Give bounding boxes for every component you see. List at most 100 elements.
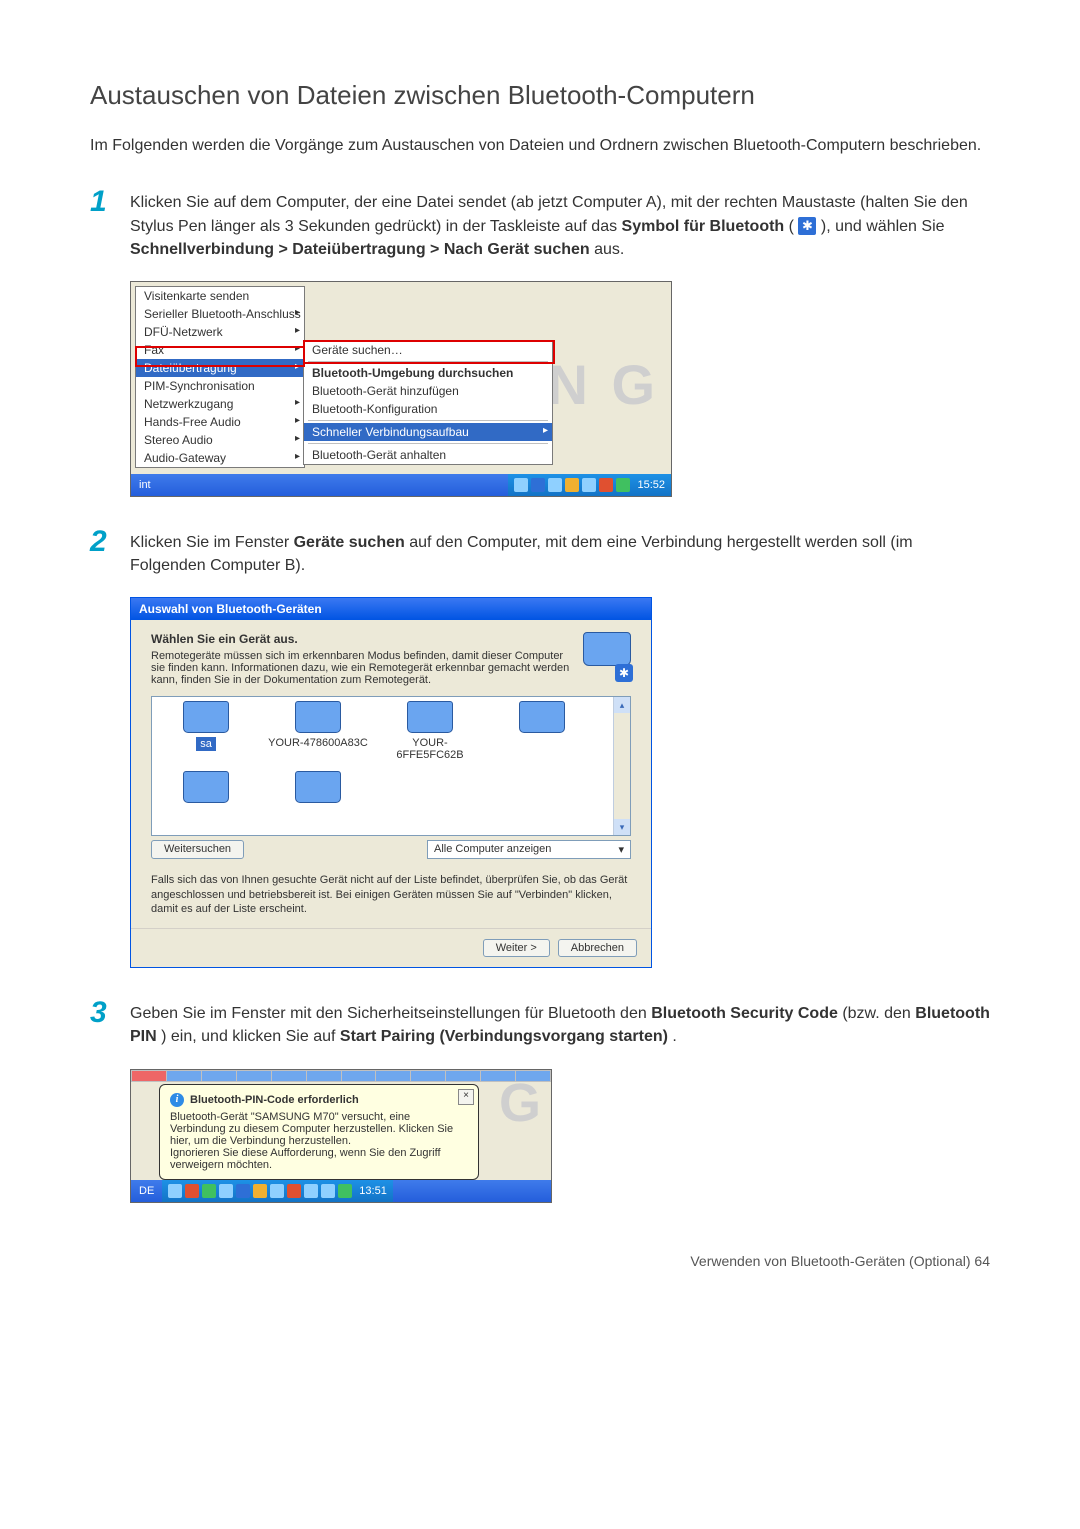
taskbar: int 15:52: [131, 474, 671, 496]
tray-icon[interactable]: [599, 478, 613, 492]
step-2: 2 Klicken Sie im Fenster Geräte suchen a…: [90, 527, 990, 577]
laptop-icon: [183, 701, 229, 733]
text: (bzw. den: [842, 1005, 915, 1022]
tray-icon[interactable]: [202, 1184, 216, 1198]
dialog-buttons: Weiter > Abbrechen: [131, 928, 651, 967]
balloon-body: Bluetooth-Gerät "SAMSUNG M70" versucht, …: [170, 1111, 454, 1171]
menu-separator: [308, 443, 548, 444]
device-label: YOUR-6FFE5FC62B: [396, 737, 463, 761]
device-item[interactable]: [492, 701, 592, 761]
text-bold: Symbol für Bluetooth: [622, 218, 785, 235]
laptop-icon: [295, 771, 341, 803]
bluetooth-tray-icon[interactable]: [236, 1184, 250, 1198]
scroll-down-icon[interactable]: ▾: [614, 819, 630, 835]
tray-icon[interactable]: [565, 478, 579, 492]
menu-item[interactable]: Bluetooth-Konfiguration: [304, 400, 552, 418]
text: Klicken Sie im Fenster: [130, 534, 294, 551]
filter-select[interactable]: Alle Computer anzeigen ▾: [427, 840, 631, 859]
search-again-button[interactable]: Weitersuchen: [151, 840, 244, 859]
text: ) ein, und klicken Sie auf: [161, 1028, 340, 1045]
menu-item[interactable]: DFÜ-Netzwerk: [136, 323, 304, 341]
text-bold: Schnellverbindung > Dateiübertragung > N…: [130, 241, 590, 258]
tray-icon[interactable]: [321, 1184, 335, 1198]
device-listbox: sa YOUR-478600A83C YOUR-6FFE5FC62B: [151, 696, 631, 836]
tray-icon[interactable]: [219, 1184, 233, 1198]
close-icon[interactable]: ×: [458, 1089, 474, 1105]
notification-balloon[interactable]: × i Bluetooth-PIN-Code erforderlich Blue…: [159, 1084, 479, 1180]
bluetooth-icon: ✱: [798, 217, 816, 235]
language-indicator[interactable]: DE: [131, 1185, 162, 1197]
step-number: 1: [90, 187, 130, 261]
step-body: Klicken Sie im Fenster Geräte suchen auf…: [130, 527, 990, 577]
tray-icon[interactable]: [270, 1184, 284, 1198]
step-body: Klicken Sie auf dem Computer, der eine D…: [130, 187, 990, 261]
screenshot-pin-balloon: G × i Bluetooth-PIN-Code erforderlich Bl…: [130, 1069, 552, 1203]
next-button[interactable]: Weiter >: [483, 939, 550, 957]
dialog-note: Falls sich das von Ihnen gesuchte Gerät …: [151, 873, 631, 916]
tray-icon[interactable]: [168, 1184, 182, 1198]
menu-item-quick-connect[interactable]: Schneller Verbindungsaufbau: [304, 423, 552, 441]
text: .: [672, 1028, 676, 1045]
taskbar: DE 13:51: [131, 1180, 551, 1202]
tray-icon[interactable]: [338, 1184, 352, 1198]
screenshot-device-selection-dialog: Auswahl von Bluetooth-Geräten Wählen Sie…: [130, 597, 652, 968]
info-icon: i: [170, 1093, 184, 1107]
dialog-subhead: Wählen Sie ein Gerät aus.: [151, 632, 573, 646]
laptop-icon: [519, 701, 565, 733]
page: Austauschen von Dateien zwischen Bluetoo…: [0, 0, 1080, 1309]
tray-icon[interactable]: [253, 1184, 267, 1198]
highlight-box: [303, 340, 555, 364]
screenshot-context-menu: N G Visitenkarte senden Serieller Blueto…: [130, 281, 672, 497]
tray-icon[interactable]: [582, 478, 596, 492]
tray-icon[interactable]: [185, 1184, 199, 1198]
scrollbar[interactable]: ▴ ▾: [613, 697, 630, 835]
section-title: Austauschen von Dateien zwischen Bluetoo…: [90, 80, 990, 111]
text-bold: Start Pairing (Verbindungsvorgang starte…: [340, 1028, 668, 1045]
text: ), und wählen Sie: [821, 218, 945, 235]
text: (: [789, 218, 799, 235]
device-item[interactable]: YOUR-478600A83C: [268, 701, 368, 761]
tray-icon[interactable]: [548, 478, 562, 492]
device-label: sa: [196, 737, 216, 751]
bluetooth-tray-icon[interactable]: [531, 478, 545, 492]
laptop-icon: [295, 701, 341, 733]
device-label: YOUR-478600A83C: [268, 737, 368, 749]
background-letters: N G: [547, 352, 659, 417]
menu-separator: [308, 420, 548, 421]
menu-item[interactable]: Bluetooth-Umgebung durchsuchen: [304, 364, 552, 382]
taskbar-left: int: [131, 479, 159, 491]
dialog-description: Remotegeräte müssen sich im erkennbaren …: [151, 650, 573, 686]
menu-item[interactable]: Bluetooth-Gerät hinzufügen: [304, 382, 552, 400]
cancel-button[interactable]: Abbrechen: [558, 939, 637, 957]
device-item[interactable]: sa: [156, 701, 256, 761]
step-1: 1 Klicken Sie auf dem Computer, der eine…: [90, 187, 990, 261]
menu-item[interactable]: Audio-Gateway: [136, 449, 304, 467]
tray-icon[interactable]: [514, 478, 528, 492]
tray-icon[interactable]: [304, 1184, 318, 1198]
menu-item[interactable]: Visitenkarte senden: [136, 287, 304, 305]
menu-item[interactable]: Serieller Bluetooth-Anschluss: [136, 305, 304, 323]
laptop-icon: [407, 701, 453, 733]
step-number: 3: [90, 998, 130, 1048]
background-letter: G: [499, 1072, 541, 1134]
progress-bar: [131, 1070, 551, 1082]
menu-item[interactable]: Stereo Audio: [136, 431, 304, 449]
balloon-title: Bluetooth-PIN-Code erforderlich: [190, 1094, 359, 1106]
menu-item[interactable]: PIM-Synchronisation: [136, 377, 304, 395]
tray-icon[interactable]: [616, 478, 630, 492]
step-number: 2: [90, 527, 130, 577]
scroll-up-icon[interactable]: ▴: [614, 697, 630, 713]
menu-item[interactable]: Hands-Free Audio: [136, 413, 304, 431]
tray-icon[interactable]: [287, 1184, 301, 1198]
select-value: Alle Computer anzeigen: [434, 843, 551, 856]
step-body: Geben Sie im Fenster mit den Sicherheits…: [130, 998, 990, 1048]
clock: 13:51: [359, 1185, 387, 1197]
menu-item[interactable]: Bluetooth-Gerät anhalten: [304, 446, 552, 464]
device-item[interactable]: YOUR-6FFE5FC62B: [380, 701, 480, 761]
text: Geben Sie im Fenster mit den Sicherheits…: [130, 1005, 651, 1022]
step-3: 3 Geben Sie im Fenster mit den Sicherhei…: [90, 998, 990, 1048]
device-item[interactable]: [156, 771, 256, 807]
clock: 15:52: [637, 479, 665, 491]
menu-item[interactable]: Netzwerkzugang: [136, 395, 304, 413]
device-item[interactable]: [268, 771, 368, 807]
